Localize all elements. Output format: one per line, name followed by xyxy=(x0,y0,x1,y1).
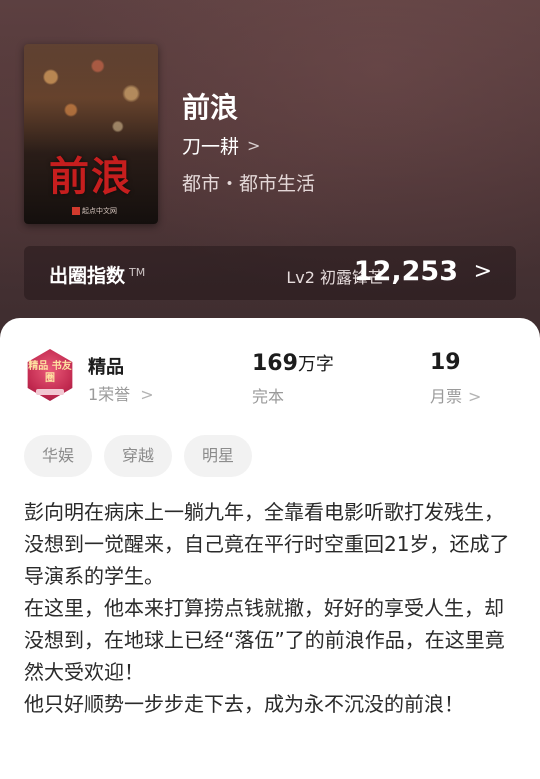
tag-chip[interactable]: 明星 xyxy=(184,435,253,477)
monthly-ticket-count: 19 xyxy=(430,350,461,375)
cover-title: 前浪 xyxy=(49,153,133,200)
monthly-ticket-label: 月票 xyxy=(430,387,463,406)
description-paragraph: 他只好顺势一步步走下去，成为永不沉没的前浪！ xyxy=(24,692,464,716)
publisher-logo-icon xyxy=(72,207,80,215)
cover-art xyxy=(24,44,158,154)
book-description: 彭向明在病床上一躺九年，全靠看电影听歌打发残生，没想到一觉醒来，自己竟在平行时空… xyxy=(24,496,516,720)
chevron-right-icon: > xyxy=(468,387,482,406)
description-paragraph: 在这里，他本来打算捞点钱就撤，好好的享受人生，却没想到，在地球上已经“落伍”了的… xyxy=(24,596,505,684)
book-cover[interactable]: 前浪 起点中文网 xyxy=(24,44,158,224)
book-title: 前浪 xyxy=(182,91,239,124)
index-score: 12,253 xyxy=(353,256,458,287)
book-detail-sheet: 精品 书友圈 精品 1荣誉 > 169万字 完本 19 月票 > 华娱 穿越 明星 … xyxy=(0,318,540,779)
badge-text: 精品 书友圈 xyxy=(28,361,72,384)
monthly-ticket-link[interactable]: 月票 > xyxy=(430,383,481,407)
chevron-right-icon: > xyxy=(473,259,492,284)
genre-label: 都市・都市生活 xyxy=(182,173,316,195)
author-name: 刀一耕 xyxy=(182,136,240,158)
honor-link[interactable]: 1荣誉 > xyxy=(88,381,154,405)
chevron-right-icon: > xyxy=(247,136,261,155)
trademark-mark: TM xyxy=(129,266,146,279)
author-link[interactable]: 刀一耕 > xyxy=(182,132,260,159)
popularity-index-bar[interactable]: 出圈指数 TM Lv2 初露锋芒 12,253 > xyxy=(24,246,516,300)
honor-title: 精品 xyxy=(88,357,124,378)
tag-list: 华娱 穿越 明星 xyxy=(24,435,253,477)
cover-publisher: 起点中文网 xyxy=(72,206,117,216)
badge-ribbon xyxy=(36,389,64,395)
tag-chip[interactable]: 华娱 xyxy=(24,435,93,477)
honor-count: 1荣誉 xyxy=(88,385,131,404)
completion-status: 完本 xyxy=(252,387,285,406)
quality-badge-icon[interactable]: 精品 书友圈 xyxy=(24,349,76,401)
chevron-right-icon: > xyxy=(140,385,154,404)
word-count: 169万字 xyxy=(252,351,334,376)
description-paragraph: 彭向明在病床上一躺九年，全靠看电影听歌打发残生，没想到一觉醒来，自己竟在平行时空… xyxy=(24,500,510,588)
index-label: 出圈指数 TM xyxy=(49,265,146,287)
tag-chip[interactable]: 穿越 xyxy=(104,435,173,477)
